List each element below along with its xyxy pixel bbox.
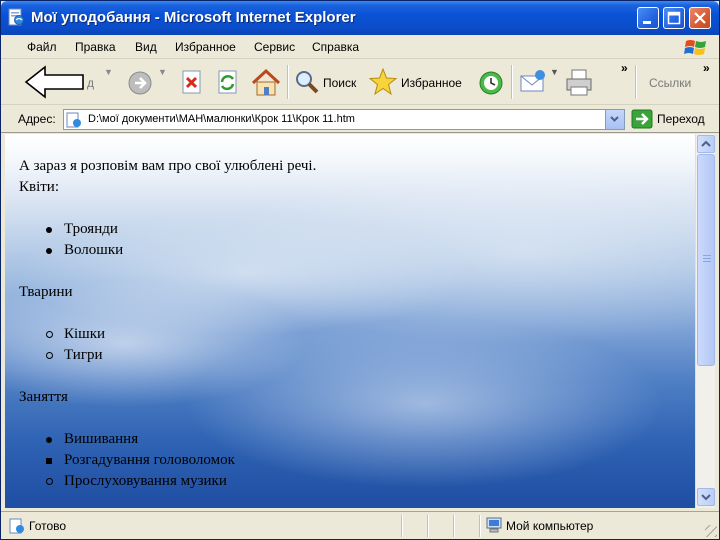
section-animals-title: Тварини: [19, 284, 73, 300]
section-hobbies-title: Заняття: [19, 389, 68, 405]
address-bar: Адрес: D:\мої документи\МАН\малюнки\Крок…: [1, 105, 719, 133]
back-arrow-icon[interactable]: [23, 63, 87, 101]
address-value: D:\мої документи\МАН\малюнки\Крок 11\Кро…: [88, 113, 355, 125]
mail-dropdown-icon[interactable]: ▼: [550, 67, 559, 77]
menu-view[interactable]: Вид: [135, 40, 157, 54]
ie-page-icon: [8, 8, 24, 26]
circle-bullet: [46, 331, 53, 338]
section-flowers-title: Квіти:: [19, 179, 60, 195]
toolbar-overflow-icon[interactable]: »: [621, 61, 628, 75]
address-label: Адрес:: [18, 112, 56, 126]
list-item-text: Волошки: [64, 242, 124, 258]
menu-favorites[interactable]: Избранное: [175, 40, 236, 54]
list-item: Троянди: [19, 219, 316, 240]
list-item-text: Кішки: [64, 326, 106, 342]
circle-bullet: [46, 352, 53, 359]
status-text: Готово: [29, 519, 67, 533]
maximize-button[interactable]: [663, 7, 685, 29]
disc-bullet: [46, 248, 52, 254]
page-content: А зараз я розповім вам про свої улюблені…: [5, 134, 695, 508]
address-dropdown-button[interactable]: [605, 110, 624, 129]
list-item: Кішки: [19, 324, 316, 345]
list-item: Розгадування головоломок: [19, 450, 316, 471]
refresh-icon[interactable]: [213, 63, 243, 101]
vertical-scrollbar[interactable]: [695, 134, 715, 508]
back-dropdown-icon[interactable]: ▼: [104, 67, 113, 77]
scroll-grip: [703, 255, 711, 264]
scroll-thumb[interactable]: [697, 154, 715, 366]
status-separator: [401, 515, 403, 537]
animals-list: Кішки Тигри: [19, 324, 316, 366]
go-arrow-icon[interactable]: [631, 109, 653, 129]
square-bullet: [46, 458, 52, 464]
my-computer-icon: [486, 517, 502, 533]
document-body: А зараз я розповім вам про свої улюблені…: [19, 156, 316, 508]
close-icon: [694, 12, 706, 24]
disc-bullet: [46, 227, 52, 233]
mail-icon[interactable]: [517, 63, 549, 101]
links-overflow-icon[interactable]: »: [703, 61, 710, 75]
status-bar: Готово Мой компьютер: [1, 511, 719, 539]
disc-bullet: [46, 437, 52, 443]
scroll-up-button[interactable]: [697, 135, 715, 153]
history-icon[interactable]: [475, 63, 507, 101]
forward-dropdown-icon[interactable]: ▼: [158, 67, 167, 77]
menu-edit[interactable]: Правка: [75, 40, 116, 54]
circle-bullet: [46, 478, 53, 485]
menu-bar: Файл Правка Вид Избранное Сервис Справка: [1, 35, 719, 59]
address-input[interactable]: D:\мої документи\МАН\малюнки\Крок 11\Кро…: [63, 109, 625, 130]
back-label-suffix: д: [87, 76, 95, 90]
chevron-down-icon: [701, 494, 711, 501]
menu-file[interactable]: Файл: [27, 40, 57, 54]
list-item: Прослуховування музики: [19, 471, 316, 492]
security-zone: Мой компьютер: [506, 519, 594, 533]
list-item-text: Прослуховування музики: [64, 473, 227, 489]
close-button[interactable]: [689, 7, 711, 29]
scroll-down-button[interactable]: [697, 488, 715, 506]
links-label[interactable]: Ссылки: [649, 76, 691, 90]
forward-icon[interactable]: [125, 63, 155, 101]
page-done-icon: [9, 518, 24, 534]
status-separator: [427, 515, 429, 537]
resize-grip[interactable]: [705, 525, 717, 537]
minimize-button[interactable]: [637, 7, 659, 29]
list-item-text: Вишивання: [64, 431, 139, 447]
list-item-text: Тигри: [64, 347, 103, 363]
search-icon[interactable]: [291, 63, 323, 101]
stop-icon[interactable]: [177, 63, 207, 101]
standard-toolbar: д ▼ ▼ Поиск Избранное ▼ » Ссылки »: [1, 59, 719, 105]
window-title: Мої уподобання - Microsoft Internet Expl…: [31, 9, 356, 26]
ie-window: Мої уподобання - Microsoft Internet Expl…: [0, 0, 720, 540]
toolbar-separator: [511, 65, 513, 99]
hobbies-list: Вишивання Розгадування головоломок Просл…: [19, 429, 316, 492]
favorites-label[interactable]: Избранное: [401, 76, 462, 90]
title-bar[interactable]: Мої уподобання - Microsoft Internet Expl…: [1, 1, 719, 35]
list-item: Волошки: [19, 240, 316, 261]
go-button[interactable]: Переход: [657, 112, 705, 126]
menu-help[interactable]: Справка: [312, 40, 359, 54]
toolbar-separator: [635, 65, 637, 99]
list-item-text: Троянди: [64, 221, 118, 237]
home-icon[interactable]: [249, 63, 283, 101]
minimize-icon: [643, 21, 651, 24]
maximize-icon: [667, 11, 681, 25]
search-label[interactable]: Поиск: [323, 76, 356, 90]
list-item-text: Розгадування головоломок: [64, 452, 235, 468]
intro-text: А зараз я розповім вам про свої улюблені…: [19, 158, 317, 174]
toolbar-separator: [287, 65, 289, 99]
list-item: Тигри: [19, 345, 316, 366]
page-icon: [66, 112, 81, 128]
menu-tools[interactable]: Сервис: [254, 40, 295, 54]
list-item: Вишивання: [19, 429, 316, 450]
print-icon[interactable]: [563, 63, 595, 101]
status-separator: [453, 515, 455, 537]
chevron-down-icon: [610, 116, 619, 122]
favorites-star-icon[interactable]: [367, 63, 399, 101]
chevron-up-icon: [701, 140, 711, 147]
status-separator: [479, 515, 481, 537]
flowers-list: Троянди Волошки: [19, 219, 316, 261]
windows-logo-icon: [684, 40, 706, 55]
